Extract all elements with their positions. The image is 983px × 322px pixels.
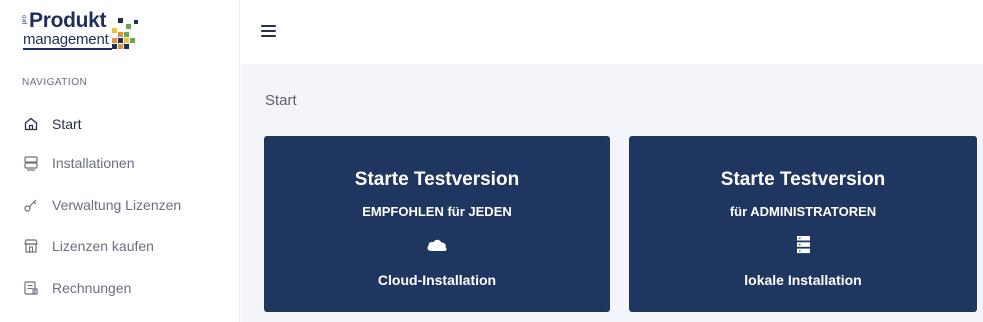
server-icon <box>22 154 40 172</box>
home-icon <box>22 115 40 133</box>
key-icon <box>22 196 40 214</box>
page-title: Start <box>265 92 297 109</box>
card-caption: Cloud-Installation <box>377 272 497 288</box>
produktmanagement-logo[interactable]: pro Produkt management <box>22 9 152 52</box>
card-title: Starte Testversion <box>354 169 520 190</box>
nav-heading: NAVIGATION <box>22 77 88 88</box>
store-icon <box>22 237 40 255</box>
hamburger-icon[interactable] <box>261 25 279 39</box>
logo-pro-text: pro <box>22 15 28 25</box>
logo-word-management: management <box>23 31 109 48</box>
sidebar-item-rechnungen[interactable]: Rechnungen <box>22 276 131 300</box>
sidebar-item-installationen[interactable]: Installationen <box>22 151 135 175</box>
cloud-installation-card[interactable]: Starte Testversion EMPFOHLEN für JEDEN C… <box>264 136 610 312</box>
top-bar <box>241 0 983 64</box>
sidebar-item-start[interactable]: Start <box>22 112 82 136</box>
cloud-icon <box>425 234 449 256</box>
card-caption: lokale Installation <box>744 272 862 288</box>
server-stack-icon <box>791 234 815 256</box>
sidebar-item-label: Verwaltung Lizenzen <box>52 197 182 213</box>
sidebar-item-lizenzen-kaufen[interactable]: Lizenzen kaufen <box>22 234 154 258</box>
sidebar-item-label: Rechnungen <box>52 280 132 296</box>
logo-blocks-icon <box>112 18 142 50</box>
card-subtitle: für ADMINISTRATOREN <box>729 204 877 219</box>
card-subtitle: EMPFOHLEN für JEDEN <box>362 204 512 219</box>
local-installation-card[interactable]: Starte Testversion für ADMINISTRATOREN l… <box>629 136 977 312</box>
sidebar-item-verwaltung-lizenzen[interactable]: Verwaltung Lizenzen <box>22 193 181 217</box>
invoice-icon <box>22 279 40 297</box>
main-content: Start Starte Testversion EMPFOHLEN für J… <box>241 64 983 322</box>
sidebar-item-label: Start <box>52 116 82 132</box>
sidebar-item-label: Installationen <box>52 155 135 171</box>
logo-word-produkt: Produkt <box>29 9 107 32</box>
sidebar-item-label: Lizenzen kaufen <box>52 238 154 254</box>
sidebar: pro Produkt management NAVIGATION Start <box>0 0 240 322</box>
card-title: Starte Testversion <box>720 169 886 190</box>
logo-underline <box>23 48 112 50</box>
